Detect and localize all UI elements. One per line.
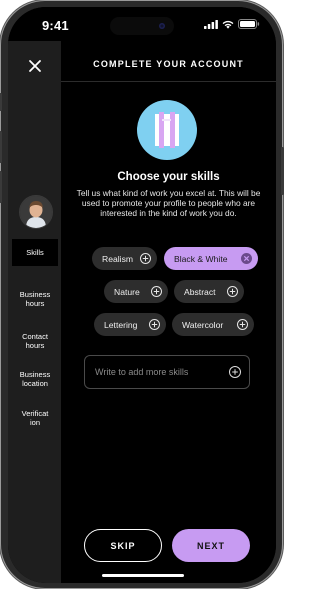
phone-frame: 9:41 Skills Business hours Contact hours… [0,1,284,588]
wifi-icon [222,20,234,29]
plus-icon[interactable] [151,286,162,297]
skill-chip-black-white[interactable]: Black & White [164,247,258,270]
sidebar-item-business-hours[interactable]: Business hours [12,281,58,308]
signal-icon [204,19,218,29]
section-description: Tell us what kind of work you excel at. … [76,188,261,218]
plus-icon[interactable] [227,286,238,297]
plus-icon[interactable] [149,319,160,330]
sidebar: Skills Business hours Contact hours Busi… [8,41,61,583]
sidebar-item-label: Verificat ion [21,409,49,427]
status-bar: 9:41 [8,7,276,41]
close-button[interactable] [24,55,46,77]
add-skill-input[interactable]: Write to add more skills [84,355,250,389]
camera-icon [159,23,165,29]
skill-chip-watercolor[interactable]: Watercolor [172,313,254,336]
sidebar-item-contact-hours[interactable]: Contact hours [12,323,58,350]
skill-chip-nature[interactable]: Nature [104,280,168,303]
header-divider [61,81,276,82]
sidebar-item-label: Skills [26,248,44,257]
screen: 9:41 Skills Business hours Contact hours… [8,7,276,583]
skill-chip-realism[interactable]: Realism [92,247,157,270]
skills-illustration-icon [155,112,179,148]
avatar[interactable] [19,195,53,229]
skill-chip-label: Watercolor [182,319,224,330]
sidebar-item-label: Business hours [19,290,51,308]
status-time: 9:41 [42,18,69,33]
skill-chip-label: Lettering [104,319,138,330]
home-indicator[interactable] [102,574,184,577]
remove-icon[interactable] [241,253,252,264]
battery-icon [238,19,260,29]
skill-chip-label: Abstract [184,286,216,297]
plus-icon[interactable] [237,319,248,330]
plus-icon[interactable] [229,366,241,378]
skip-button[interactable]: SKIP [84,529,162,562]
dynamic-island [110,17,174,35]
profile-photo [20,196,52,228]
close-icon [29,60,41,72]
section-title: Choose your skills [117,171,220,183]
main-panel: COMPLETE YOUR ACCOUNT Choose your skills… [61,41,276,583]
skills-illustration [137,100,197,160]
skill-chip-abstract[interactable]: Abstract [174,280,244,303]
sidebar-item-business-location[interactable]: Business location [12,361,58,388]
skill-chip-label: Realism [102,253,134,264]
sidebar-item-skills[interactable]: Skills [12,239,58,266]
add-skill-placeholder: Write to add more skills [95,367,189,377]
sidebar-item-label: Contact hours [22,332,48,350]
status-icons [204,19,260,29]
skill-chip-label: Nature [114,286,140,297]
sidebar-item-label: Business location [19,370,51,388]
skill-chip-label: Black & White [174,253,228,264]
side-button [0,171,2,203]
plus-icon[interactable] [140,253,151,264]
skill-chip-lettering[interactable]: Lettering [94,313,166,336]
next-button[interactable]: NEXT [172,529,250,562]
side-button [0,93,2,111]
sidebar-item-verification[interactable]: Verificat ion [12,400,58,427]
side-button [281,147,284,195]
page-title: COMPLETE YOUR ACCOUNT [93,59,244,69]
side-button [0,131,2,163]
